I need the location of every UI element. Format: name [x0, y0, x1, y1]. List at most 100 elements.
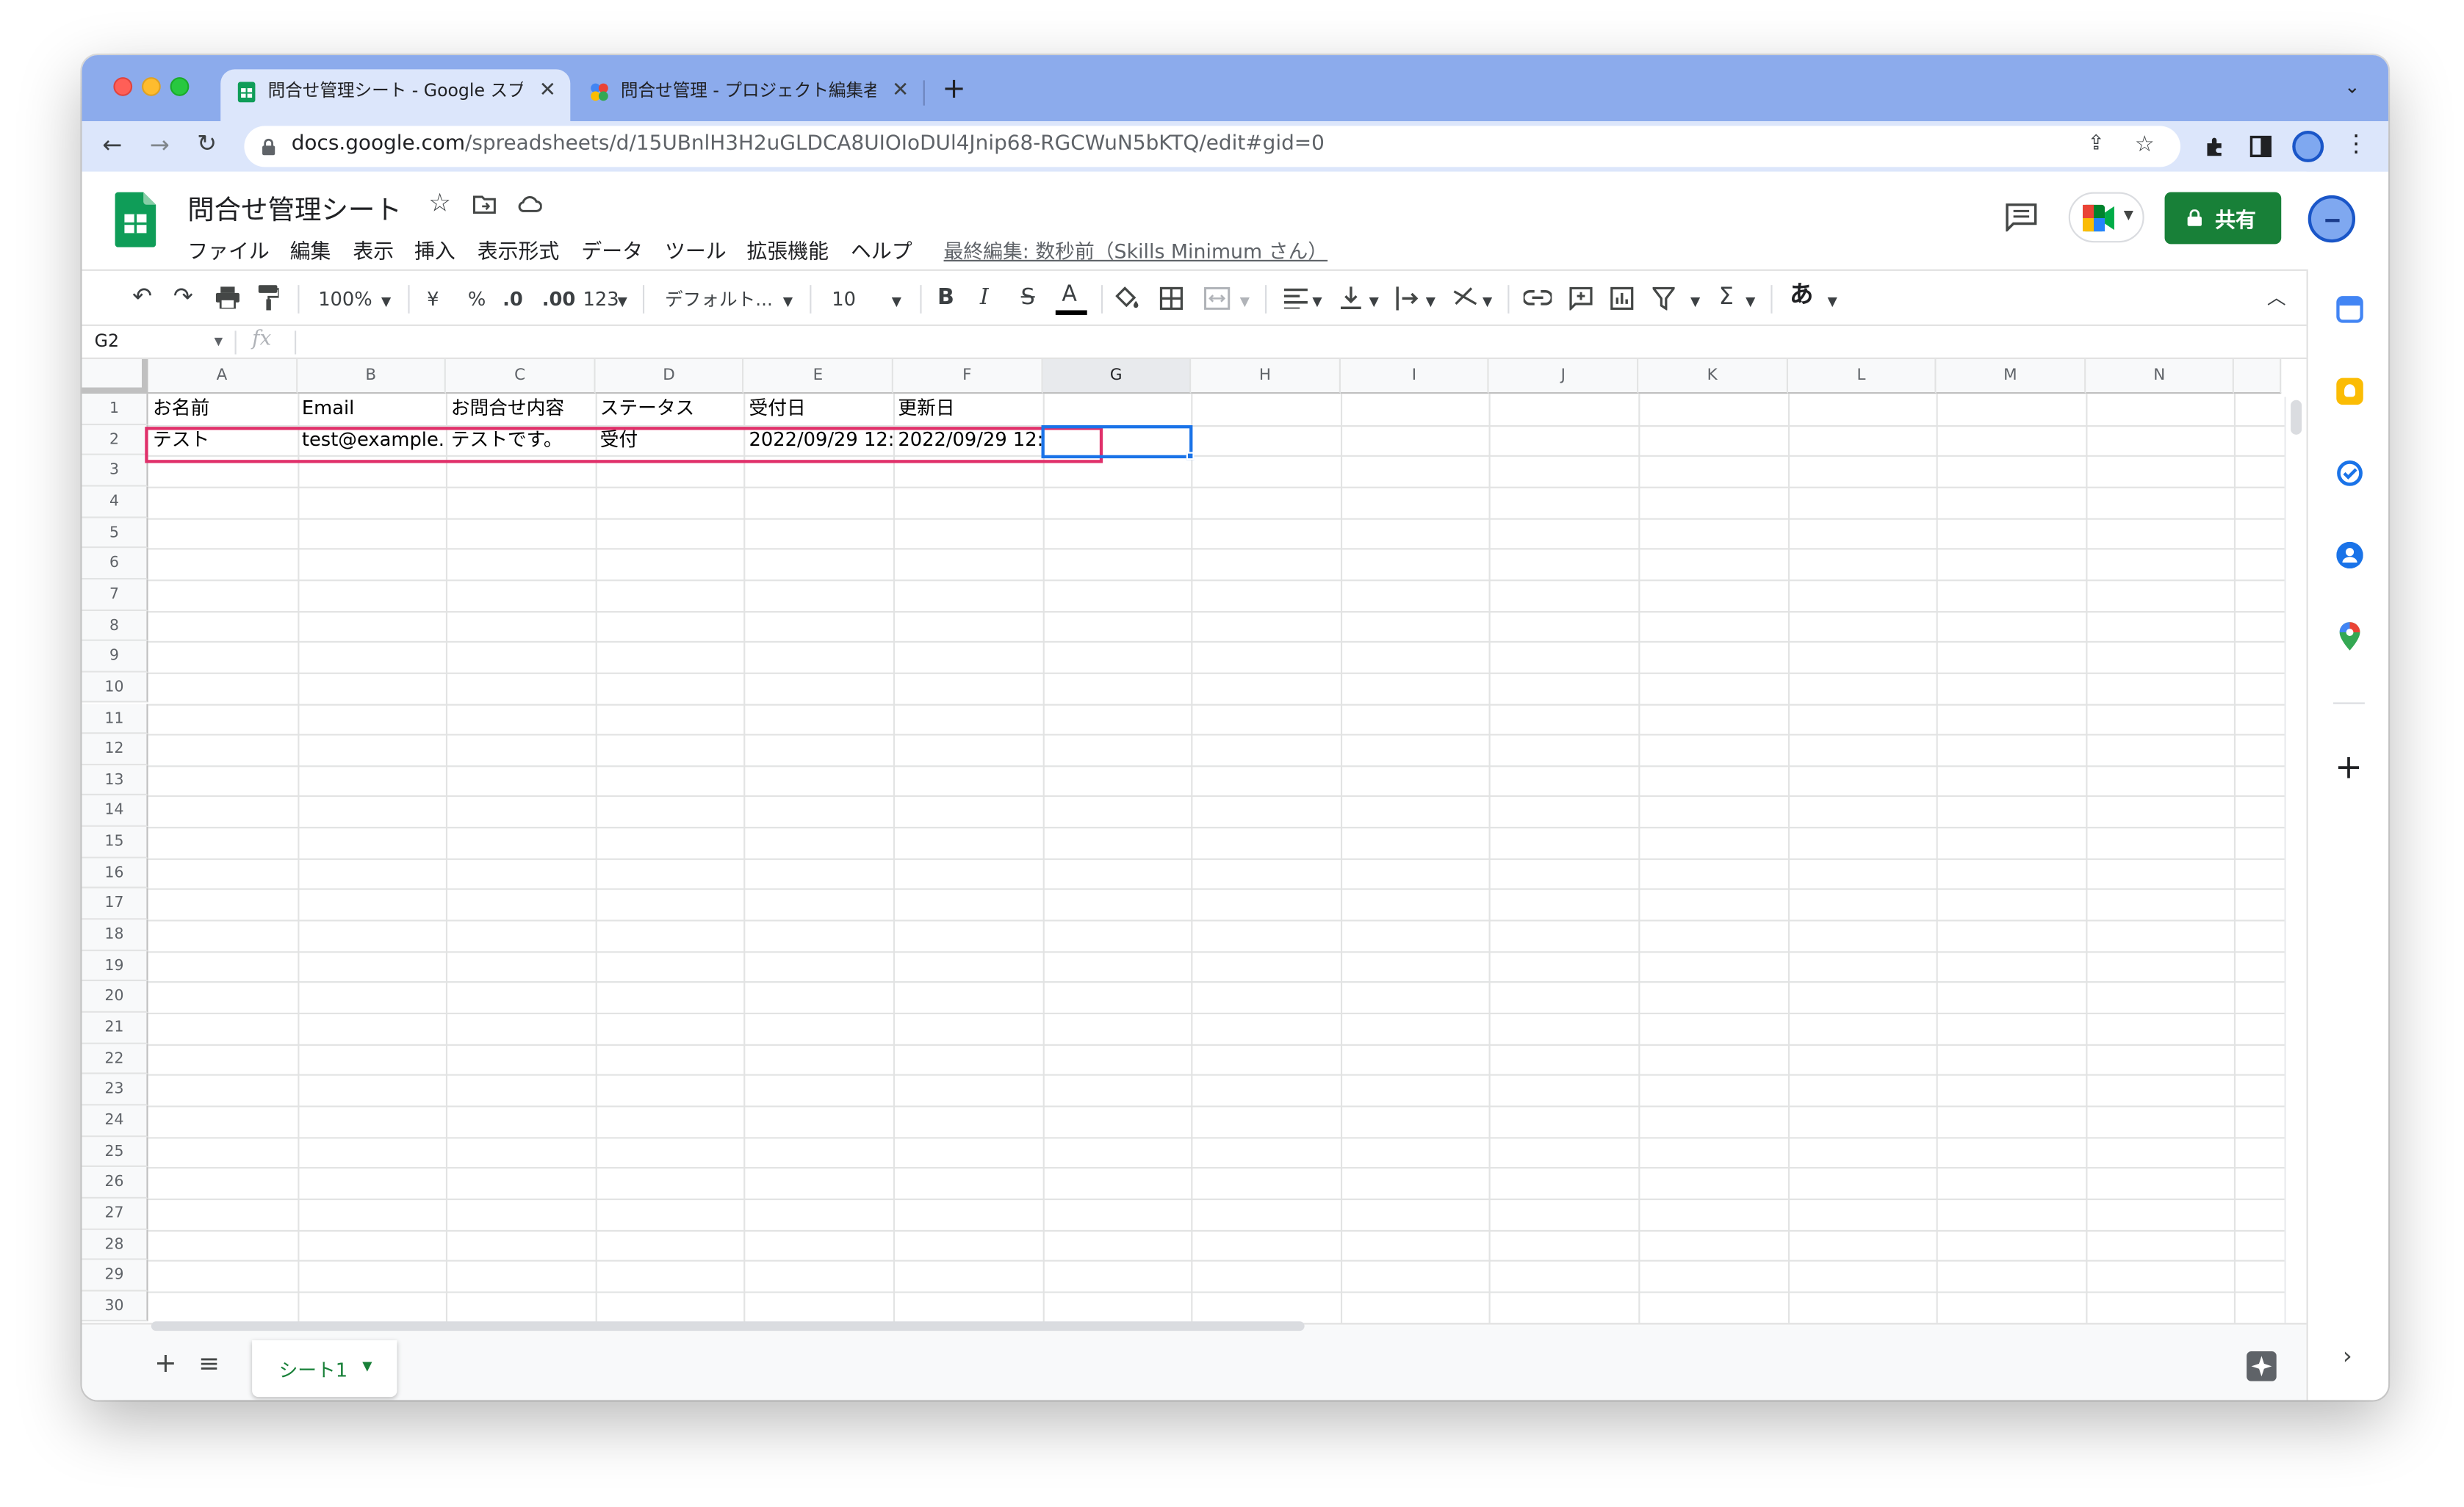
row-header-22[interactable]: 22	[82, 1044, 148, 1075]
column-header-g[interactable]: G	[1042, 358, 1192, 394]
add-sheet-button[interactable]: +	[154, 1348, 177, 1380]
side-panel-icon[interactable]	[2249, 135, 2272, 158]
sheet-tab-1[interactable]: シート1 ▼	[252, 1340, 397, 1398]
row-header-3[interactable]: 3	[82, 455, 148, 487]
column-header-m[interactable]: M	[1936, 358, 2086, 394]
font-size-dropdown-icon[interactable]: ▼	[892, 290, 901, 315]
print-icon[interactable]	[215, 286, 239, 309]
bold-button[interactable]: B	[937, 285, 954, 310]
account-avatar[interactable]	[2308, 195, 2356, 243]
percent-format-button[interactable]: %	[468, 286, 486, 311]
cloud-saved-icon[interactable]	[516, 195, 542, 213]
contacts-icon[interactable]	[2336, 541, 2363, 569]
row-header-14[interactable]: 14	[82, 795, 148, 828]
hide-side-panel-icon[interactable]: ›	[2343, 1342, 2352, 1370]
cell-f1[interactable]: 更新日	[893, 394, 1042, 424]
doc-title[interactable]: 問合せ管理シート	[187, 187, 402, 227]
row-header-10[interactable]: 10	[82, 672, 148, 704]
last-edit-link[interactable]: 最終編集: 数秒前（Skills Minimum さん）	[944, 235, 1328, 265]
more-formats-dropdown-icon[interactable]: ▼	[618, 290, 627, 315]
extensions-puzzle-icon[interactable]	[2204, 135, 2226, 157]
column-header-k[interactable]: K	[1638, 358, 1788, 394]
paint-format-icon[interactable]	[258, 285, 279, 311]
collapse-menus-icon[interactable]: ︿	[2267, 285, 2286, 310]
vertical-scrollbar[interactable]	[2284, 397, 2307, 1323]
name-box[interactable]: G2	[95, 330, 119, 351]
tab-search-chevron-icon[interactable]: ⌄	[2344, 77, 2360, 96]
italic-button[interactable]: I	[980, 285, 989, 310]
get-addons-icon[interactable]: +	[2335, 748, 2363, 786]
menu-view[interactable]: 表示	[353, 235, 394, 264]
row-header-30[interactable]: 30	[82, 1291, 148, 1323]
cell-d1[interactable]: ステータス	[595, 394, 744, 424]
row-header-25[interactable]: 25	[82, 1136, 148, 1168]
zoom-dropdown-icon[interactable]: ▼	[381, 290, 391, 315]
maximize-window-button[interactable]	[170, 77, 190, 96]
column-header-e[interactable]: E	[744, 358, 893, 394]
wrap-dropdown-icon[interactable]: ▼	[1426, 290, 1435, 315]
row-header-23[interactable]: 23	[82, 1074, 148, 1106]
vertical-scroll-thumb[interactable]	[2291, 400, 2302, 435]
keep-icon[interactable]	[2336, 377, 2363, 405]
star-icon[interactable]: ☆	[428, 189, 451, 215]
merge-cells-icon[interactable]	[1203, 286, 1231, 310]
merge-dropdown-icon[interactable]: ▼	[1240, 290, 1250, 315]
insert-comment-icon[interactable]	[1569, 286, 1593, 311]
back-arrow-icon[interactable]: ←	[102, 133, 122, 157]
row-header-24[interactable]: 24	[82, 1105, 148, 1137]
rotation-dropdown-icon[interactable]: ▼	[1483, 290, 1492, 315]
row-header-15[interactable]: 15	[82, 827, 148, 859]
address-bar[interactable]: docs.google.com/spreadsheets/d/15UBnlH3H…	[244, 126, 2180, 167]
menu-file[interactable]: ファイル	[187, 235, 270, 264]
row-header-18[interactable]: 18	[82, 919, 148, 951]
row-header-21[interactable]: 21	[82, 1012, 148, 1044]
row-header-29[interactable]: 29	[82, 1260, 148, 1292]
select-all-corner[interactable]	[82, 358, 148, 394]
v-align-dropdown-icon[interactable]: ▼	[1369, 290, 1379, 315]
selected-cell-g2[interactable]	[1041, 425, 1193, 459]
menu-data[interactable]: データ	[581, 235, 643, 264]
bookmark-star-icon[interactable]: ☆	[2135, 134, 2155, 156]
row-header-20[interactable]: 20	[82, 981, 148, 1013]
share-button[interactable]: 共有	[2164, 192, 2282, 245]
browser-tab-apps-script[interactable]: 問合せ管理 - プロジェクト編集者 ✕	[574, 69, 923, 121]
name-box-dropdown-icon[interactable]: ▼	[215, 336, 223, 348]
filter-dropdown-icon[interactable]: ▼	[1690, 290, 1700, 315]
forward-arrow-icon[interactable]: →	[150, 133, 170, 157]
menu-edit[interactable]: 編集	[290, 235, 331, 264]
row-header-17[interactable]: 17	[82, 889, 148, 920]
currency-format-button[interactable]: ¥	[427, 286, 439, 311]
fill-handle[interactable]	[1186, 452, 1195, 460]
all-sheets-button[interactable]: ≡	[198, 1348, 220, 1378]
row-header-27[interactable]: 27	[82, 1198, 148, 1229]
row-header-16[interactable]: 16	[82, 858, 148, 889]
row-header-8[interactable]: 8	[82, 610, 148, 642]
horizontal-scroll-thumb[interactable]	[151, 1321, 1305, 1331]
browser-tab-sheets[interactable]: 問合せ管理シート - Google スプレ ✕	[220, 69, 571, 122]
menu-insert[interactable]: 挿入	[414, 235, 455, 264]
row-header-6[interactable]: 6	[82, 548, 148, 579]
functions-icon[interactable]: Σ	[1719, 283, 1734, 308]
row-header-28[interactable]: 28	[82, 1229, 148, 1261]
column-header-f[interactable]: F	[893, 358, 1042, 394]
move-folder-icon[interactable]	[472, 194, 496, 214]
calendar-icon[interactable]	[2336, 296, 2363, 323]
zoom-select[interactable]: 100%	[318, 286, 372, 311]
font-family-select[interactable]: デフォルト...	[665, 286, 773, 311]
column-header-j[interactable]: J	[1489, 358, 1639, 394]
comment-history-icon[interactable]	[2006, 203, 2037, 232]
row-header-1[interactable]: 1	[82, 394, 148, 425]
menu-extensions[interactable]: 拡張機能	[746, 235, 829, 264]
more-formats-button[interactable]: 123	[583, 286, 619, 311]
close-tab-icon[interactable]: ✕	[892, 69, 909, 113]
filter-icon[interactable]	[1652, 286, 1675, 311]
text-color-button[interactable]: A	[1062, 282, 1077, 307]
row-header-2[interactable]: 2	[82, 424, 148, 456]
row-header-5[interactable]: 5	[82, 517, 148, 549]
menu-tools[interactable]: ツール	[665, 235, 727, 264]
profile-avatar[interactable]	[2292, 130, 2324, 162]
h-align-dropdown-icon[interactable]: ▼	[1312, 290, 1322, 315]
font-dropdown-icon[interactable]: ▼	[783, 290, 793, 315]
row-header-26[interactable]: 26	[82, 1167, 148, 1199]
column-header-d[interactable]: D	[595, 358, 745, 394]
